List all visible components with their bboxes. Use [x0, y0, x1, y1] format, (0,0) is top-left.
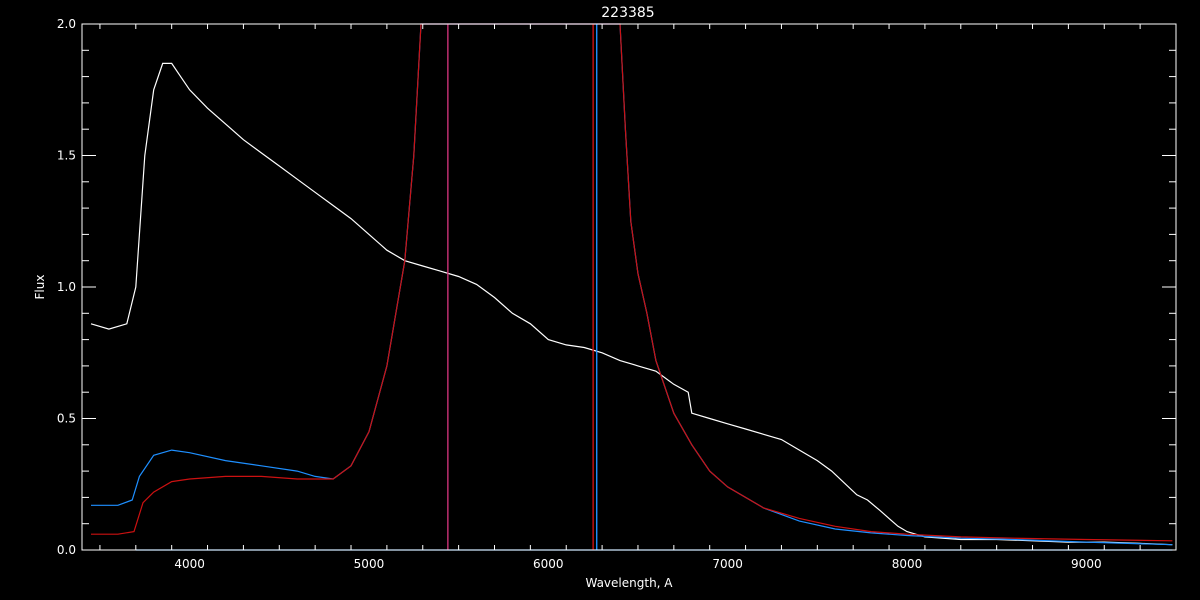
y-tick-label: 0.0: [57, 543, 76, 557]
x-tick-label: 7000: [712, 557, 743, 571]
x-axis-label: Wavelength, A: [585, 576, 673, 590]
y-tick-label: 1.5: [57, 149, 76, 163]
chart-title: 223385: [601, 5, 654, 21]
y-tick-label: 1.0: [57, 280, 76, 294]
chart-background: [0, 0, 1200, 600]
x-tick-label: 8000: [892, 557, 923, 571]
y-tick-label: 2.0: [57, 17, 76, 31]
x-tick-label: 9000: [1071, 557, 1102, 571]
x-tick-label: 6000: [533, 557, 564, 571]
x-tick-label: 5000: [354, 557, 385, 571]
y-axis-label: Flux: [33, 275, 47, 300]
spectrum-chart: 223385 4000 5000 6000 7000 8000 9000 0.0 0.5 1.0…: [0, 0, 1200, 600]
y-tick-label: 0.5: [57, 412, 76, 426]
x-tick-label: 4000: [174, 557, 205, 571]
